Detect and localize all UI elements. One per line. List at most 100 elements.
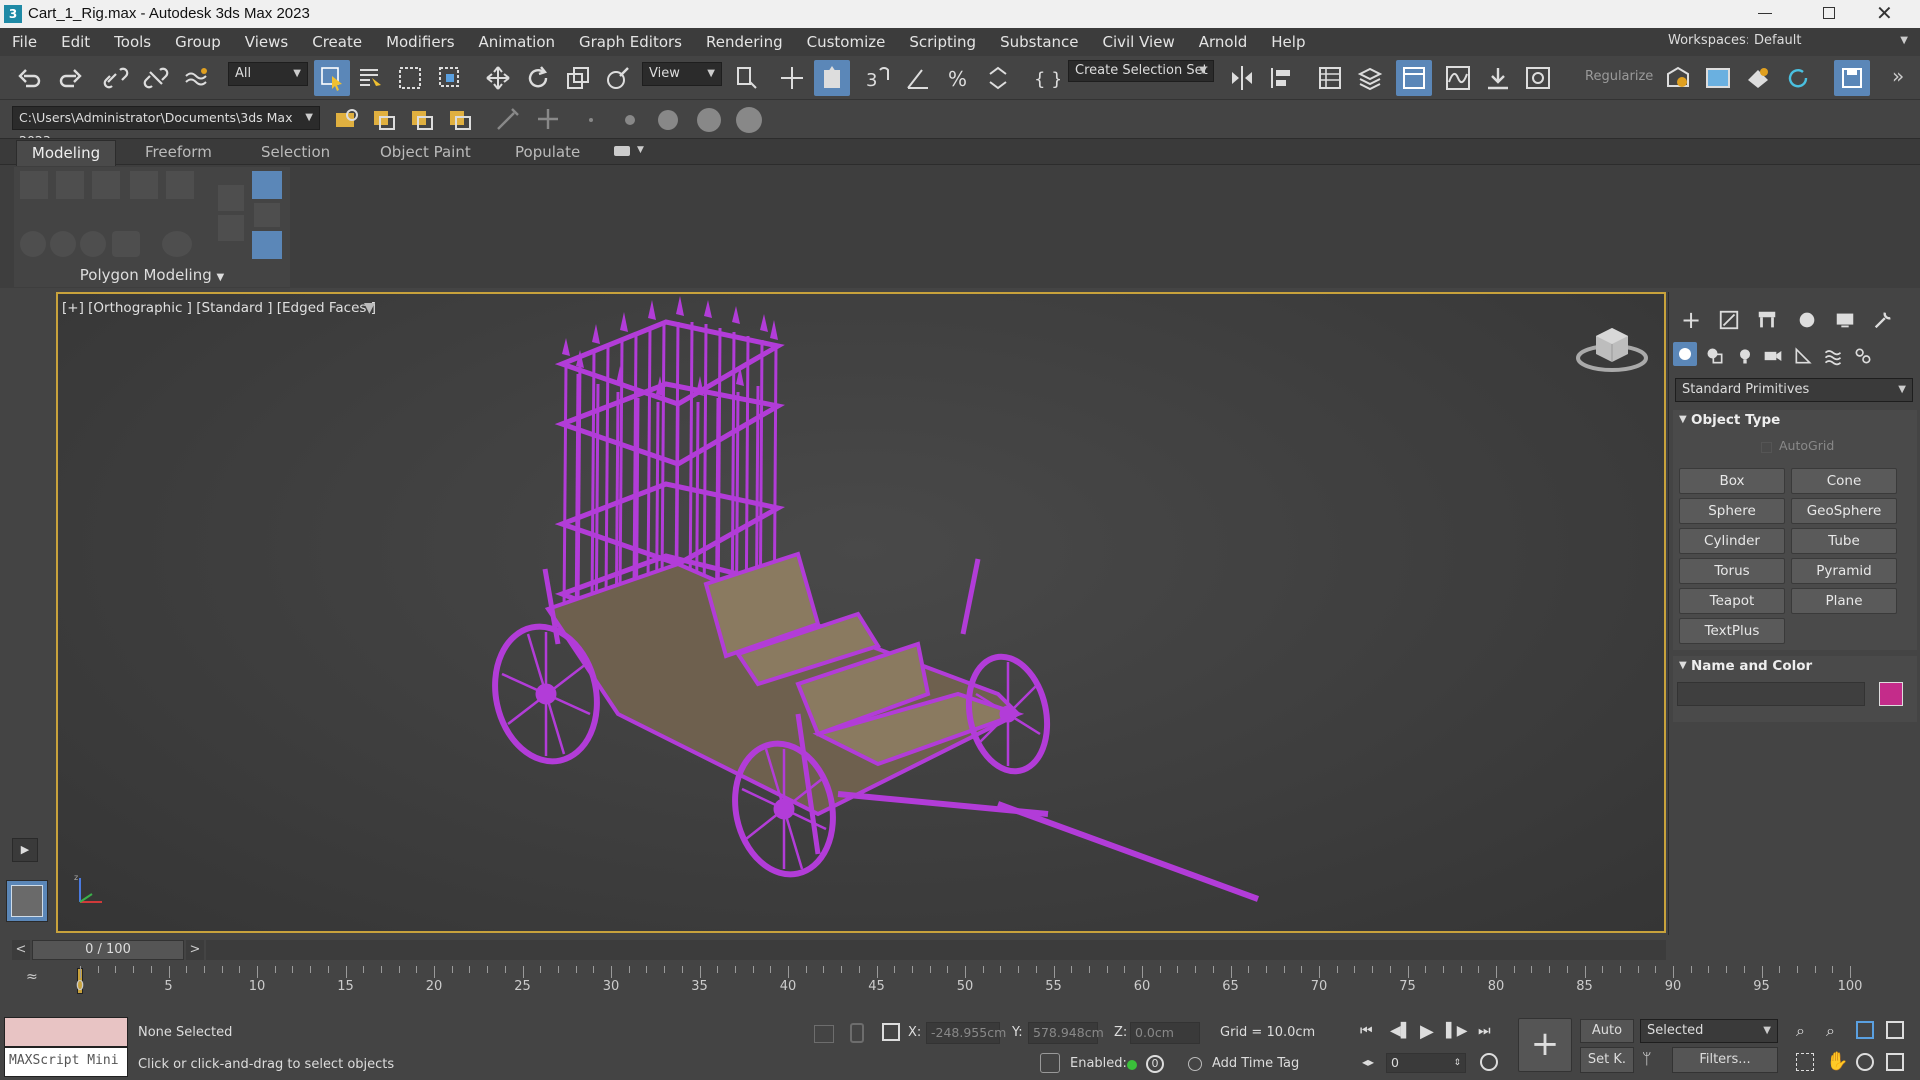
helpers-icon[interactable] bbox=[1789, 342, 1817, 370]
redo-icon[interactable] bbox=[54, 62, 86, 94]
time-slider-thumb[interactable]: 0 / 100 bbox=[32, 940, 184, 960]
set-key-button[interactable]: Set K. bbox=[1580, 1047, 1634, 1073]
percent-snap-icon[interactable]: % bbox=[942, 62, 974, 94]
menu-modifiers[interactable]: Modifiers bbox=[374, 28, 466, 56]
brush-icon[interactable] bbox=[492, 103, 524, 135]
enabled-indicator[interactable] bbox=[1127, 1060, 1137, 1070]
brush-size-dot-4[interactable] bbox=[697, 108, 721, 132]
ribbon-options-icon[interactable] bbox=[614, 146, 630, 156]
tab-selection[interactable]: Selection bbox=[261, 143, 330, 161]
frame-spinner-icon[interactable]: ⇕ bbox=[1453, 1054, 1461, 1072]
set-key-large-button[interactable]: + bbox=[1518, 1018, 1572, 1072]
isolate-selection-icon[interactable] bbox=[814, 1025, 834, 1043]
render-setup-icon[interactable] bbox=[1662, 62, 1694, 94]
unlink-icon[interactable] bbox=[140, 62, 172, 94]
maximize-icon[interactable] bbox=[1823, 7, 1835, 19]
menu-animation[interactable]: Animation bbox=[467, 28, 567, 56]
maxscript-mini-field[interactable]: MAXScript Mini bbox=[4, 1047, 128, 1077]
auto-key-button[interactable]: Auto bbox=[1580, 1019, 1634, 1043]
menu-arnold[interactable]: Arnold bbox=[1187, 28, 1260, 56]
schematic-view-icon[interactable] bbox=[1482, 62, 1514, 94]
rollout-collapse-icon[interactable]: ▼ bbox=[1679, 414, 1687, 425]
maxscript-listener-field[interactable] bbox=[4, 1017, 128, 1047]
ribbon-options-chevron-icon[interactable]: ▼ bbox=[637, 145, 644, 155]
viewport[interactable]: [+] [Orthographic ] [Standard ] [Edged F… bbox=[56, 292, 1666, 933]
add-time-tag[interactable]: Add Time Tag bbox=[1212, 1056, 1299, 1071]
orbit-icon[interactable] bbox=[1856, 1053, 1874, 1071]
key-filter-dropdown[interactable]: Selected ▼ bbox=[1640, 1019, 1778, 1043]
brush-size-dot-2[interactable] bbox=[625, 115, 635, 125]
plane-button[interactable]: Plane bbox=[1791, 588, 1897, 614]
current-frame-field[interactable]: 0 ⇕ bbox=[1386, 1053, 1466, 1073]
snaps-toggle-icon[interactable]: 3 bbox=[862, 62, 894, 94]
next-frame-icon[interactable]: ▌▶ bbox=[1446, 1023, 1468, 1039]
textplus-button[interactable]: TextPlus bbox=[1679, 618, 1785, 644]
hierarchy-tab-icon[interactable] bbox=[1753, 306, 1781, 334]
square-icon[interactable] bbox=[130, 171, 158, 199]
minimize-icon[interactable] bbox=[1758, 13, 1772, 14]
viewport-layout-thumbnail[interactable] bbox=[6, 880, 48, 922]
subobj-border-icon[interactable] bbox=[80, 231, 106, 257]
render-production-icon[interactable] bbox=[1742, 62, 1774, 94]
menu-views[interactable]: Views bbox=[233, 28, 300, 56]
panel-tool-3-icon[interactable] bbox=[254, 203, 280, 227]
link-icon[interactable] bbox=[100, 62, 132, 94]
panel-tool-1-icon[interactable] bbox=[218, 185, 244, 211]
polygon-modeling-label[interactable]: Polygon Modeling ▼ bbox=[14, 263, 290, 287]
menu-rendering[interactable]: Rendering bbox=[694, 28, 795, 56]
object-category-dropdown[interactable]: Standard Primitives ▼ bbox=[1675, 378, 1913, 402]
render-iterative-icon[interactable] bbox=[1782, 62, 1814, 94]
selection-filter-dropdown[interactable]: All ▼ bbox=[228, 62, 308, 86]
teapot-button[interactable]: Teapot bbox=[1679, 588, 1785, 614]
select-manipulate-icon[interactable] bbox=[776, 62, 808, 94]
time-tag-icon[interactable] bbox=[1188, 1057, 1202, 1071]
panel-tool-active-1-icon[interactable] bbox=[252, 171, 282, 199]
layout-expand-icon[interactable]: ▶ bbox=[12, 838, 38, 862]
select-object-icon[interactable] bbox=[314, 60, 350, 96]
keyboard-shortcut-toggle-icon[interactable] bbox=[814, 60, 850, 96]
undo-icon-disabled[interactable] bbox=[92, 171, 120, 199]
container-open-icon[interactable] bbox=[368, 103, 400, 135]
adaptive-degradation-icon[interactable] bbox=[1040, 1053, 1060, 1073]
named-selection-set-dropdown[interactable]: Create Selection Set ▼ bbox=[1068, 60, 1214, 82]
align-icon[interactable] bbox=[1266, 62, 1298, 94]
menu-create[interactable]: Create bbox=[300, 28, 374, 56]
zoom-icon[interactable]: ⌕ bbox=[1796, 1021, 1805, 1041]
go-to-end-icon[interactable]: ⏭ bbox=[1478, 1023, 1491, 1039]
box-button[interactable]: Box bbox=[1679, 468, 1785, 494]
time-slider-track[interactable] bbox=[206, 940, 1666, 960]
menu-group[interactable]: Group bbox=[163, 28, 233, 56]
project-path-dropdown[interactable]: C:\Users\Administrator\Documents\3ds Max… bbox=[12, 106, 320, 148]
key-filters-icon[interactable]: ᛘ bbox=[1642, 1049, 1666, 1071]
scene-explorer-icon[interactable] bbox=[1314, 62, 1346, 94]
key-mode-toggle-icon[interactable]: ◂▸ bbox=[1362, 1055, 1374, 1069]
cylinder-button[interactable]: Cylinder bbox=[1679, 528, 1785, 554]
tube-button[interactable]: Tube bbox=[1791, 528, 1897, 554]
utilities-tab-icon[interactable] bbox=[1869, 306, 1897, 334]
object-type-title[interactable]: Object Type bbox=[1691, 412, 1780, 428]
pyramid-button[interactable]: Pyramid bbox=[1791, 558, 1897, 584]
subobj-polygon-icon[interactable] bbox=[112, 231, 140, 257]
rendered-frame-icon[interactable] bbox=[1702, 62, 1734, 94]
maximize-viewport-icon[interactable] bbox=[1886, 1053, 1904, 1071]
move-icon[interactable] bbox=[482, 62, 514, 94]
display-tab-icon[interactable] bbox=[1831, 306, 1859, 334]
enabled-count[interactable]: 0 bbox=[1146, 1055, 1164, 1073]
subobj-edge-icon[interactable] bbox=[50, 231, 76, 257]
project-folder-icon[interactable] bbox=[330, 103, 362, 135]
systems-icon[interactable] bbox=[1849, 342, 1877, 370]
rotate-icon[interactable] bbox=[522, 62, 554, 94]
brush-size-dot-3[interactable] bbox=[658, 110, 678, 130]
cameras-icon[interactable] bbox=[1759, 342, 1787, 370]
geometry-icon[interactable] bbox=[1673, 342, 1697, 366]
menu-edit[interactable]: Edit bbox=[49, 28, 102, 56]
undo-icon[interactable] bbox=[14, 62, 46, 94]
cone-button[interactable]: Cone bbox=[1791, 468, 1897, 494]
menu-file[interactable]: File bbox=[0, 28, 49, 56]
motion-tab-icon[interactable] bbox=[1793, 306, 1821, 334]
mirror-icon[interactable] bbox=[1226, 62, 1258, 94]
menu-substance[interactable]: Substance bbox=[988, 28, 1090, 56]
time-slider-prev-button[interactable]: < bbox=[12, 940, 30, 960]
mini-curve-editor-icon[interactable]: ≈ bbox=[26, 969, 38, 985]
reference-coord-dropdown[interactable]: View ▼ bbox=[642, 62, 722, 86]
